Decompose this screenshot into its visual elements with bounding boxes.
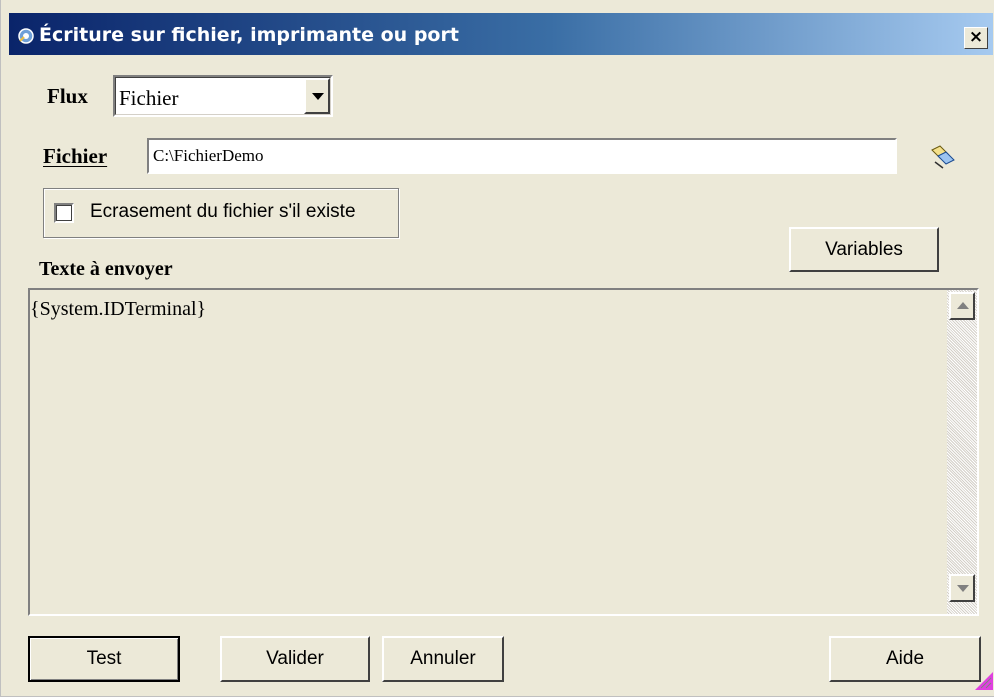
chevron-down-icon xyxy=(312,93,324,100)
overwrite-checkbox-label[interactable]: Ecrasement du fichier s'il existe xyxy=(90,201,356,223)
flux-select[interactable]: Fichier xyxy=(113,75,333,117)
variables-button[interactable]: Variables xyxy=(789,227,939,272)
scroll-up-button[interactable] xyxy=(949,292,975,320)
flux-dropdown-button[interactable] xyxy=(304,78,330,114)
scroll-down-button[interactable] xyxy=(949,574,975,602)
annuler-button[interactable]: Annuler xyxy=(382,636,504,682)
browse-file-icon[interactable] xyxy=(923,138,961,176)
window-title: Écriture sur fichier, imprimante ou port xyxy=(39,24,459,46)
resize-grip-icon[interactable] xyxy=(975,672,993,690)
overwrite-option-group: Ecrasement du fichier s'il existe xyxy=(43,188,399,238)
arrow-up-icon xyxy=(957,302,969,309)
test-button[interactable]: Test xyxy=(28,636,180,682)
vertical-scrollbar[interactable] xyxy=(947,290,977,614)
aide-button[interactable]: Aide xyxy=(829,636,981,682)
app-gear-icon xyxy=(18,28,34,44)
texte-textarea[interactable]: {System.IDTerminal} xyxy=(28,288,979,616)
flux-selected-value: Fichier xyxy=(119,86,179,110)
texte-section-label: Texte à envoyer xyxy=(39,258,173,280)
valider-button[interactable]: Valider xyxy=(220,636,370,682)
arrow-down-icon xyxy=(957,585,969,592)
texte-textarea-content: {System.IDTerminal} xyxy=(30,298,207,320)
fichier-path-input[interactable]: C:\FichierDemo xyxy=(147,138,897,174)
close-button[interactable]: × xyxy=(964,27,988,49)
overwrite-checkbox[interactable] xyxy=(54,203,74,223)
flux-label: Flux xyxy=(47,84,88,108)
fichier-label: Fichier xyxy=(43,144,108,168)
dialog-window: Écriture sur fichier, imprimante ou port… xyxy=(0,0,994,697)
